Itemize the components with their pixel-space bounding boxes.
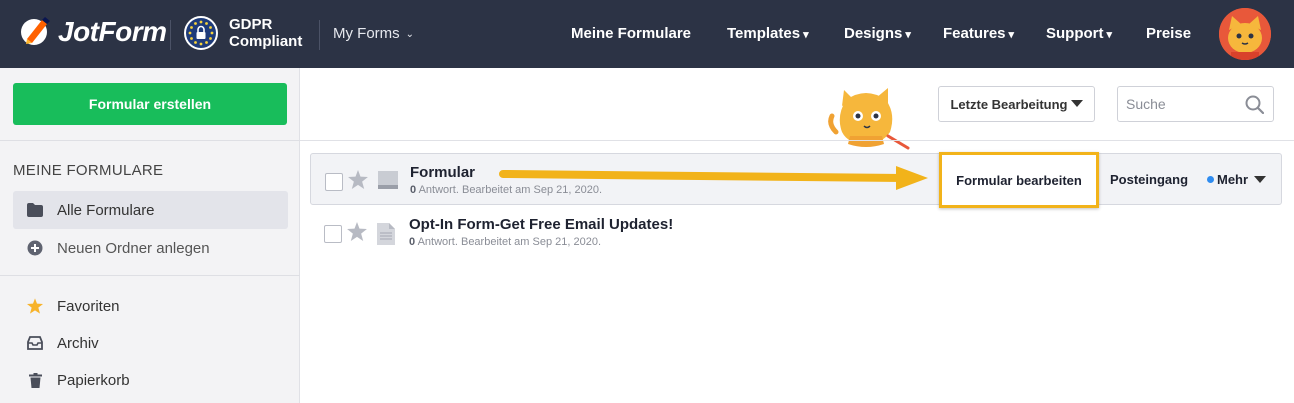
caret-down-icon: ▾ [905,29,911,41]
search-icon[interactable] [1245,95,1265,119]
nav-support[interactable]: Support ▾ [1046,25,1112,42]
sidebar-item-label: Alle Formulare [57,201,155,219]
chevron-down-icon: ⌄ [405,29,415,40]
sidebar-section-title: MEINE FORMULARE [13,162,164,179]
inbox-button[interactable]: Posteingang [1110,172,1188,187]
divider [319,20,320,50]
archive-icon [27,336,43,350]
top-navigation-bar: JotForm GDPR Compliant My Forms ⌄ Meine F… [0,0,1294,68]
search-input[interactable] [1126,95,1236,113]
divider [300,140,1294,141]
form-document-icon [377,223,395,250]
divider [0,275,300,276]
form-checkbox[interactable] [325,173,343,191]
nav-label: Designs [844,25,903,42]
form-title[interactable]: Formular [410,164,475,181]
form-row[interactable]: Opt-In Form-Get Free Email Updates! 0 An… [310,206,1282,258]
form-meta: 0 Antwort. Bearbeitet am Sep 21, 2020. [409,236,601,248]
sidebar: Formular erstellen MEINE FORMULARE Alle … [0,68,300,403]
user-avatar[interactable] [1219,8,1271,60]
form-checkbox[interactable] [324,225,342,243]
sidebar-item-trash[interactable]: Papierkorb [13,361,288,399]
nav-features[interactable]: Features ▾ [943,25,1014,42]
nav-label: Meine Formulare [571,25,692,42]
my-forms-dropdown[interactable]: My Forms ⌄ [333,25,414,42]
search-box [1117,86,1274,122]
more-label: Mehr [1217,172,1249,187]
plus-circle-icon [27,240,43,256]
form-document-icon [378,171,398,194]
caret-down-icon [1070,99,1083,110]
nav-templates[interactable]: Templates ▾ [727,25,809,42]
my-forms-label: My Forms [333,25,400,42]
form-meta-text: Antwort. Bearbeitet am Sep 21, 2020. [416,184,603,196]
jotform-logo[interactable]: JotForm [18,14,167,50]
edit-form-button[interactable]: Formular bearbeiten [939,152,1099,208]
sidebar-item-label: Archiv [57,334,99,352]
create-form-label: Formular erstellen [88,96,212,112]
sidebar-item-archive[interactable]: Archiv [13,324,288,362]
sidebar-item-new-folder[interactable]: Neuen Ordner anlegen [13,229,288,267]
create-form-button[interactable]: Formular erstellen [13,83,287,125]
sidebar-item-all-forms[interactable]: Alle Formulare [13,191,288,229]
podo-mascot-illustration [826,84,918,163]
favorite-star-icon[interactable] [348,170,368,194]
brand-name: JotForm [58,16,167,47]
caret-down-icon: ▾ [803,29,809,41]
sidebar-item-favorites[interactable]: Favoriten [13,287,288,325]
edit-form-label: Formular bearbeiten [956,172,1082,188]
caret-down-icon: ▾ [1106,29,1113,41]
nav-label: Templates [727,25,801,42]
nav-label: Support [1046,25,1104,42]
nav-meine-formulare[interactable]: Meine Formulare [571,25,691,42]
sidebar-item-label: Favoriten [57,297,120,315]
form-title[interactable]: Opt-In Form-Get Free Email Updates! [409,216,673,233]
gdpr-badge-area[interactable]: GDPR Compliant [184,16,302,50]
sidebar-item-label: Papierkorb [57,371,130,389]
star-icon [27,298,43,314]
nav-label: Preise [1146,25,1192,42]
cat-avatar-icon [1219,8,1271,60]
folder-icon [27,203,43,217]
more-dropdown[interactable]: Mehr [1207,172,1267,187]
gdpr-label: GDPR [229,16,273,33]
nav-label: Features [943,25,1006,42]
inbox-label: Posteingang [1110,172,1189,187]
caret-down-icon: ▾ [1008,29,1015,41]
sort-dropdown[interactable]: Letzte Bearbeitung [938,86,1095,122]
form-meta: 0 Antwort. Bearbeitet am Sep 21, 2020. [410,184,602,196]
caret-down-icon [1254,174,1267,186]
divider [170,20,171,50]
gdpr-lock-icon [184,16,218,50]
notification-dot-icon [1207,176,1214,183]
jotform-logo-icon [18,14,54,50]
trash-icon [27,372,43,388]
gdpr-compliant-label: Compliant [229,33,303,50]
divider [0,140,300,141]
sort-label: Letzte Bearbeitung [950,96,1068,112]
nav-designs[interactable]: Designs ▾ [844,25,911,42]
nav-preise[interactable]: Preise [1146,25,1191,42]
sidebar-item-label: Neuen Ordner anlegen [57,239,210,257]
form-meta-text: Antwort. Bearbeitet am Sep 21, 2020. [415,236,602,248]
favorite-star-icon[interactable] [347,222,367,246]
